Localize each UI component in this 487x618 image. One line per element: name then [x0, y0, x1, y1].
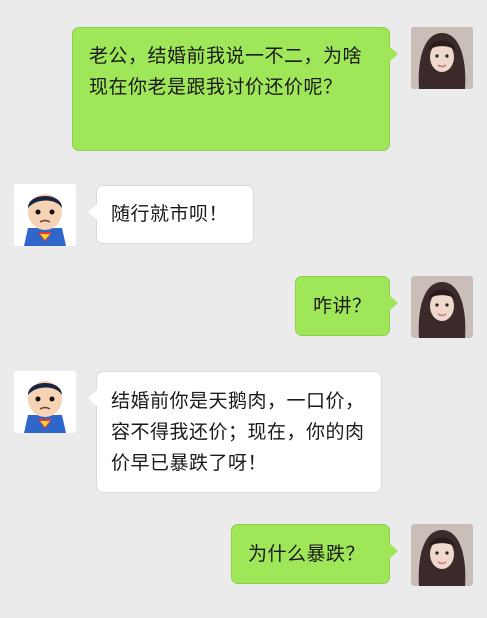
woman-photo-icon: [411, 524, 473, 586]
outgoing-message-bubble[interactable]: .m1::after{} 老公，结婚前我说一不二，为啥现在你老是跟我讨价还价呢？: [72, 27, 398, 151]
outgoing-message-bubble[interactable]: 咋讲？: [295, 276, 398, 336]
message-text: 为什么暴跌？: [248, 543, 366, 565]
wife-avatar[interactable]: [411, 276, 473, 338]
wife-avatar[interactable]: [411, 27, 473, 89]
woman-photo-icon: [411, 276, 473, 338]
superman-cartoon-icon: [14, 371, 76, 433]
incoming-message-bubble[interactable]: 结婚前你是天鹅肉，一口价，容不得我还价；现在，你的肉价早已暴跌了呀！: [88, 371, 382, 493]
husband-avatar[interactable]: [14, 184, 76, 246]
message-text: 随行就市呗！: [111, 203, 229, 225]
husband-avatar[interactable]: [14, 371, 76, 433]
woman-photo-icon: [411, 27, 473, 89]
message-text: 咋讲？: [313, 295, 372, 317]
message-text: 结婚前你是天鹅肉，一口价，容不得我还价；现在，你的肉价早已暴跌了呀！: [111, 390, 365, 474]
incoming-message-bubble[interactable]: 随行就市呗！: [88, 185, 254, 244]
superman-cartoon-icon: [14, 184, 76, 246]
message-text: 老公，结婚前我说一不二，为啥现在你老是跟我讨价还价呢？: [89, 45, 363, 98]
wife-avatar[interactable]: [411, 524, 473, 586]
outgoing-message-bubble[interactable]: 为什么暴跌？: [231, 524, 398, 584]
